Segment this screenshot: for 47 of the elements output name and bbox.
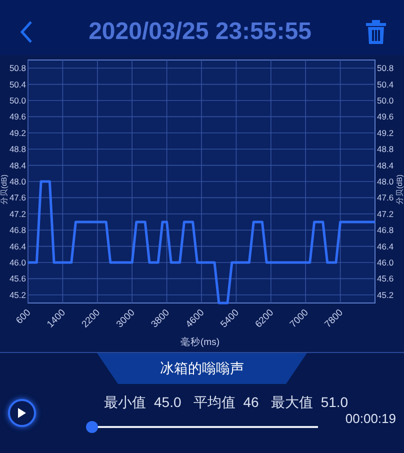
- back-icon: [19, 20, 33, 44]
- y-tick-label: 50.0: [377, 96, 394, 106]
- play-icon: [18, 408, 26, 418]
- y-tick-label: 50.0: [9, 96, 26, 106]
- progress-slider[interactable]: [86, 421, 318, 433]
- y-tick-label: 50.8: [9, 63, 26, 74]
- play-button[interactable]: [8, 398, 36, 426]
- y-tick-label: 45.6: [9, 274, 26, 284]
- y-tick-label: 45.2: [377, 290, 394, 300]
- y-tick-label: 46.0: [377, 258, 394, 268]
- stat-value: 46: [243, 393, 259, 412]
- elapsed-time: 00:00:19: [345, 410, 396, 428]
- y-tick-label: 46.4: [9, 241, 26, 252]
- y-tick-label: 50.8: [377, 63, 394, 74]
- slider-thumb[interactable]: [86, 421, 98, 433]
- trash-icon: [364, 20, 387, 44]
- x-tick-label: 600: [14, 307, 34, 326]
- y-tick-label: 50.4: [377, 79, 394, 90]
- y-tick-label: 50.4: [9, 79, 26, 90]
- y-tick-label: 48.0: [9, 176, 26, 186]
- stat-value: 51.0: [320, 393, 348, 412]
- stat-label: 最大值: [270, 393, 313, 412]
- x-axis-title: 毫秒(ms): [180, 337, 220, 348]
- y-tick-label: 48.4: [377, 160, 394, 170]
- y-tick-label: 48.8: [9, 144, 26, 154]
- y-tick-label: 48.4: [9, 160, 26, 170]
- y-tick-label: 45.2: [9, 290, 26, 300]
- y-tick-label: 46.8: [377, 225, 394, 236]
- y-tick-label: 49.6: [377, 112, 394, 122]
- stat-label: 平均值: [193, 393, 236, 412]
- y-tick-label: 46.8: [9, 225, 26, 236]
- y-tick-label: 46.4: [377, 241, 394, 252]
- y-tick-label: 49.2: [9, 128, 26, 138]
- y-tick-label: 47.6: [377, 192, 394, 203]
- title-banner: 冰箱的嗡嗡声: [97, 353, 307, 384]
- page-title: 2020/03/25 23:55:55: [88, 16, 312, 46]
- stat-value: 45.0: [154, 393, 182, 412]
- y-tick-label: 48.0: [377, 176, 394, 186]
- y-tick-label: 47.6: [9, 192, 26, 203]
- stat-label: 最小值: [104, 393, 146, 412]
- y-tick-label: 46.0: [9, 258, 26, 268]
- y-tick-label: 45.6: [377, 274, 394, 284]
- y-tick-label: 47.2: [377, 208, 394, 219]
- y-tick-label: 49.2: [377, 128, 394, 138]
- y-tick-label: 47.2: [9, 208, 26, 219]
- y-tick-label: 48.8: [377, 144, 394, 154]
- y-tick-label: 49.6: [9, 112, 26, 122]
